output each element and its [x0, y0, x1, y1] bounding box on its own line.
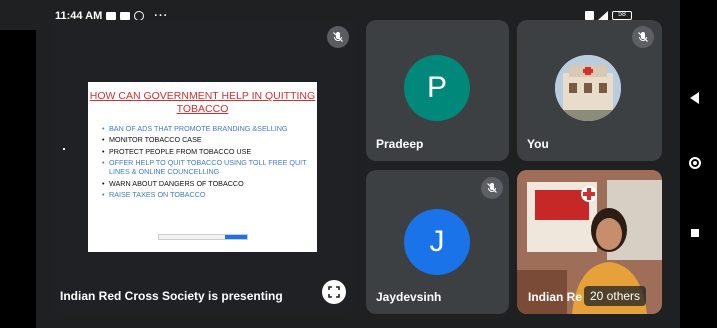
recent-apps-icon[interactable]: [691, 229, 699, 237]
slide-bullet: RAISE TAXES ON TOBACCO: [102, 190, 310, 199]
slide-bullet: MONITOR TOBACCO CASE: [102, 135, 310, 144]
mic-off-icon: [632, 26, 654, 48]
status-right: 58: [585, 11, 632, 20]
message-icon-2: [120, 12, 131, 20]
slide-bullet: OFFER HELP TO QUIT TOBACCO USING TOLL FR…: [102, 158, 310, 176]
slide-bullet-list: BAN OF ADS THAT PROMOTE BRANDING &SELLIN…: [102, 124, 310, 201]
fullscreen-button[interactable]: [322, 280, 346, 304]
slide-pointer: [63, 148, 65, 150]
mic-off-icon: [327, 26, 349, 48]
home-icon[interactable]: [689, 157, 701, 169]
others-count-badge[interactable]: 20 others: [584, 286, 647, 306]
avatar: J: [404, 209, 470, 275]
participant-name: Indian Re: [528, 290, 583, 304]
participant-name: Pradeep: [376, 137, 424, 151]
notification-icon: [585, 11, 594, 20]
battery-icon: 58: [612, 11, 632, 20]
avatar: [555, 55, 621, 121]
slide-toolbar: [158, 234, 248, 240]
participant-name: You: [527, 137, 549, 151]
presentation-slide: HOW CAN GOVERNMENT HELP IN QUITTING TOBA…: [88, 82, 317, 252]
signal-icon: [598, 11, 608, 20]
mic-off-icon: [481, 177, 503, 199]
slide-bullet: PROTECT PEOPLE FROM TOBACCO USE: [102, 147, 310, 156]
back-icon[interactable]: [690, 92, 699, 104]
slide-title: HOW CAN GOVERNMENT HELP IN QUITTING TOBA…: [89, 90, 316, 115]
message-icon: [106, 12, 117, 20]
presenter-label: Indian Red Cross Society is presenting: [60, 289, 283, 303]
building-photo: [555, 55, 621, 121]
fullscreen-icon: [328, 286, 340, 298]
participant-name: Jaydevsinh: [376, 290, 442, 304]
slide-toolbar-button: [225, 235, 247, 239]
slide-bullet: BAN OF ADS THAT PROMOTE BRANDING &SELLIN…: [102, 124, 310, 133]
avatar: P: [404, 55, 470, 121]
slide-bullet: WARN ABOUT DANGERS OF TOBACCO: [102, 179, 310, 188]
